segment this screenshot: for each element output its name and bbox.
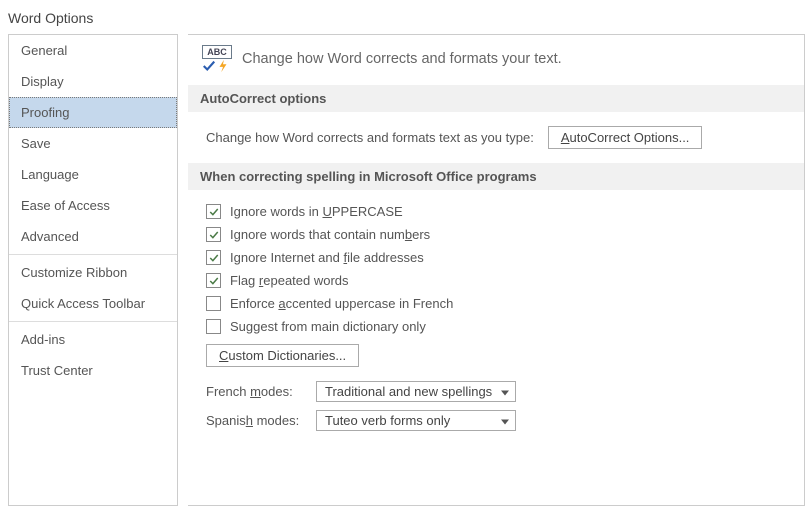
spelling-option-row: Ignore words that contain numbers xyxy=(206,223,792,246)
sidebar-item-ease-of-access[interactable]: Ease of Access xyxy=(9,190,177,221)
custom-dictionaries-button[interactable]: Custom Dictionaries... xyxy=(206,344,359,367)
sidebar: GeneralDisplayProofingSaveLanguageEase o… xyxy=(8,34,178,506)
spanish-modes-row: Spanish modes: Tuteo verb forms only xyxy=(206,406,792,435)
spelling-section-header: When correcting spelling in Microsoft Of… xyxy=(188,163,804,190)
page-header-text: Change how Word corrects and formats you… xyxy=(242,51,562,67)
sidebar-item-save[interactable]: Save xyxy=(9,128,177,159)
checkbox-label: Ignore Internet and file addresses xyxy=(230,250,424,265)
checkbox-label: Flag repeated words xyxy=(230,273,349,288)
sidebar-item-general[interactable]: General xyxy=(9,35,177,66)
spanish-modes-dropdown[interactable]: Tuteo verb forms only xyxy=(316,410,516,431)
checkbox-label: Ignore words that contain numbers xyxy=(230,227,430,242)
sidebar-item-language[interactable]: Language xyxy=(9,159,177,190)
checkbox[interactable] xyxy=(206,204,221,219)
window-title: Word Options xyxy=(0,0,805,34)
checkbox[interactable] xyxy=(206,250,221,265)
autocorrect-row-label: Change how Word corrects and formats tex… xyxy=(206,130,534,145)
checkbox[interactable] xyxy=(206,319,221,334)
checkbox[interactable] xyxy=(206,227,221,242)
proofing-abc-icon: ABC xyxy=(202,45,232,73)
spelling-option-row: Suggest from main dictionary only xyxy=(206,315,792,338)
abc-text: ABC xyxy=(202,45,232,59)
checkbox-label: Enforce accented uppercase in French xyxy=(230,296,453,311)
autocorrect-row: Change how Word corrects and formats tex… xyxy=(188,112,804,163)
checkbox-label: Suggest from main dictionary only xyxy=(230,319,426,334)
french-modes-dropdown[interactable]: Traditional and new spellings xyxy=(316,381,516,402)
autocorrect-section-header: AutoCorrect options xyxy=(188,85,804,112)
sidebar-item-add-ins[interactable]: Add-ins xyxy=(9,324,177,355)
sidebar-item-proofing[interactable]: Proofing xyxy=(9,97,177,128)
spelling-option-row: Ignore words in UPPERCASE xyxy=(206,200,792,223)
main-panel: ABC Change how Word corrects and formats… xyxy=(188,34,805,506)
sidebar-item-display[interactable]: Display xyxy=(9,66,177,97)
checkbox[interactable] xyxy=(206,296,221,311)
page-header: ABC Change how Word corrects and formats… xyxy=(188,35,804,85)
sidebar-divider xyxy=(9,254,177,255)
sidebar-item-customize-ribbon[interactable]: Customize Ribbon xyxy=(9,257,177,288)
sidebar-item-trust-center[interactable]: Trust Center xyxy=(9,355,177,386)
french-modes-row: French modes: Traditional and new spelli… xyxy=(206,377,792,406)
checkmark-icon xyxy=(202,59,216,73)
lightning-bolt-icon xyxy=(216,59,230,73)
spelling-option-row: Ignore Internet and file addresses xyxy=(206,246,792,269)
sidebar-divider xyxy=(9,321,177,322)
spelling-option-row: Enforce accented uppercase in French xyxy=(206,292,792,315)
spelling-options: Ignore words in UPPERCASE Ignore words th… xyxy=(188,190,804,439)
autocorrect-options-button[interactable]: AutoCorrect Options... xyxy=(548,126,703,149)
sidebar-item-quick-access-toolbar[interactable]: Quick Access Toolbar xyxy=(9,288,177,319)
checkbox-label: Ignore words in UPPERCASE xyxy=(230,204,403,219)
sidebar-item-advanced[interactable]: Advanced xyxy=(9,221,177,252)
checkbox[interactable] xyxy=(206,273,221,288)
spanish-modes-label: Spanish modes: xyxy=(206,413,306,428)
french-modes-label: French modes: xyxy=(206,384,306,399)
spelling-option-row: Flag repeated words xyxy=(206,269,792,292)
